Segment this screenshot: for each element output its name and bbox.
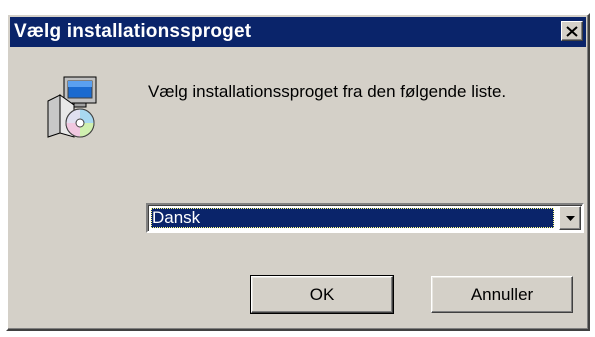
installer-computer-cd-icon (44, 75, 100, 139)
language-select[interactable]: Dansk (146, 203, 584, 233)
installer-language-dialog: Vælg installationssproget Vælg installat… (6, 13, 590, 331)
close-icon (566, 25, 578, 37)
close-button[interactable] (561, 21, 583, 41)
ok-button[interactable]: OK (250, 275, 394, 314)
cancel-button[interactable]: Annuller (431, 276, 573, 313)
instruction-text: Vælg installationssproget fra den følgen… (148, 82, 507, 101)
title-bar[interactable]: Vælg installationssproget (10, 17, 586, 47)
language-select-dropdown-button[interactable] (559, 206, 581, 230)
window-title: Vælg installationssproget (14, 21, 252, 42)
language-select-value[interactable]: Dansk (151, 208, 554, 228)
chevron-down-icon (565, 215, 575, 221)
